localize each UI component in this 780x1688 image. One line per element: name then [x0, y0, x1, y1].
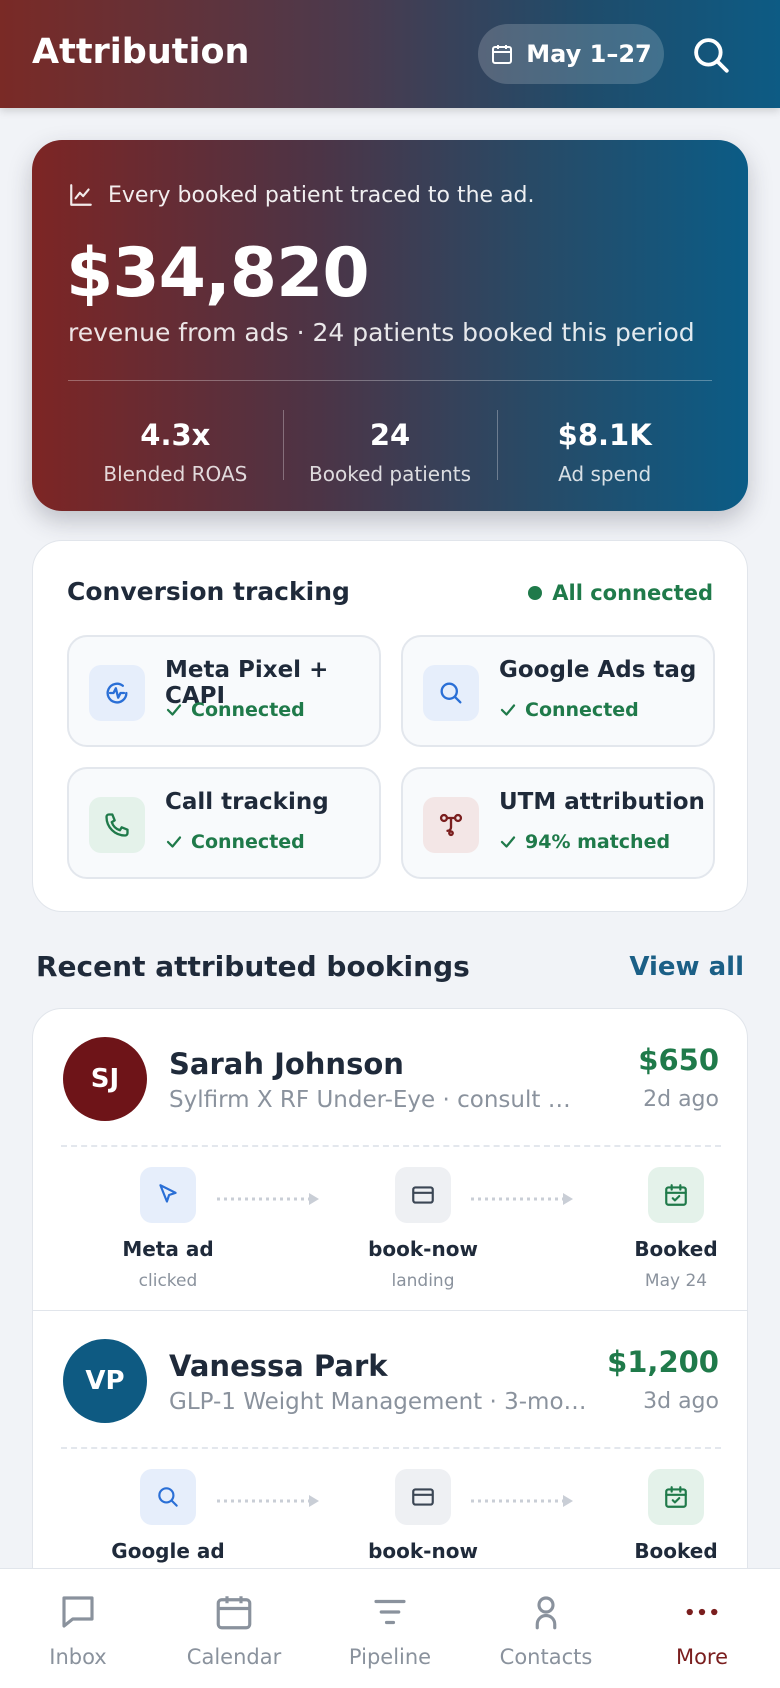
journey-arrow — [217, 1495, 319, 1507]
booking-amount: $650 — [638, 1043, 719, 1077]
page-title: Attribution — [32, 32, 250, 72]
tile-call-tracking[interactable]: Call tracking Connected — [67, 767, 381, 879]
journey-step-landing: book-now — [348, 1469, 498, 1563]
search-icon — [423, 665, 479, 721]
conversion-tracking-card: Conversion tracking All connected Meta P… — [32, 540, 748, 912]
avatar: SJ — [63, 1037, 147, 1121]
booking-row[interactable]: SJ Sarah Johnson Sylfirm X RF Under-Eye … — [33, 1009, 747, 1311]
journey-step-booked: Booked May 24 — [601, 1167, 747, 1291]
bottom-nav: Inbox Calendar Pipeline Contacts More — [0, 1568, 780, 1688]
browser-icon — [395, 1167, 451, 1223]
date-range-label: May 1–27 — [526, 40, 652, 68]
phone-icon — [89, 797, 145, 853]
hero-stats: 4.3x Blended ROAS 24 Booked patients $8.… — [68, 410, 712, 486]
stat-ad-spend: $8.1K Ad spend — [497, 410, 712, 486]
booking-description: Sylfirm X RF Under-Eye · consult w/ Nurs… — [169, 1087, 589, 1113]
tile-google-ads[interactable]: Google Ads tag Connected — [401, 635, 715, 747]
hero-tagline: Every booked patient traced to the ad. — [68, 182, 535, 208]
cursor-icon — [140, 1167, 196, 1223]
avatar: VP — [63, 1339, 147, 1423]
journey-step-ad: Google ad — [93, 1469, 243, 1563]
search-icon — [140, 1469, 196, 1525]
browser-icon — [395, 1469, 451, 1525]
app-header: Attribution May 1–27 — [0, 0, 780, 108]
nav-pipeline[interactable]: Pipeline — [312, 1569, 468, 1688]
bookings-list: SJ Sarah Johnson Sylfirm X RF Under-Eye … — [32, 1008, 748, 1628]
tile-meta-pixel[interactable]: Meta Pixel + CAPI Connected — [67, 635, 381, 747]
calendar-icon — [492, 45, 513, 64]
journey-step-booked: Booked — [601, 1469, 747, 1563]
date-range-button[interactable]: May 1–27 — [478, 24, 664, 84]
booking-amount: $1,200 — [607, 1345, 719, 1379]
row-divider — [61, 1447, 721, 1449]
tracking-status: All connected — [528, 581, 713, 605]
journey-step-landing: book-now landing — [348, 1167, 498, 1291]
status-dot — [528, 586, 543, 600]
tile-utm-attribution[interactable]: UTM attribution 94% matched — [401, 767, 715, 879]
journey-arrow — [217, 1193, 319, 1205]
nav-contacts[interactable]: Contacts — [468, 1569, 624, 1688]
check-icon — [166, 836, 182, 848]
stat-booked-patients: 24 Booked patients — [282, 410, 498, 486]
line-chart-icon — [70, 184, 92, 206]
meta-pulse-icon — [89, 665, 145, 721]
patient-name: Vanessa Park — [169, 1349, 388, 1383]
check-icon — [500, 704, 516, 716]
more-dots-icon — [686, 1608, 718, 1616]
revenue-summary-card: Every booked patient traced to the ad. $… — [32, 140, 748, 511]
calendar-check-icon — [648, 1167, 704, 1223]
booking-age: 3d ago — [643, 1389, 719, 1414]
check-icon — [500, 836, 516, 848]
booking-age: 2d ago — [643, 1087, 719, 1112]
revenue-subtitle: revenue from ads · 24 patients booked th… — [68, 318, 695, 347]
nav-inbox[interactable]: Inbox — [0, 1569, 156, 1688]
journey-arrow — [471, 1495, 573, 1507]
revenue-total: $34,820 — [66, 234, 370, 313]
chat-icon — [62, 1596, 94, 1628]
person-icon — [535, 1596, 557, 1630]
journey-arrow — [471, 1193, 573, 1205]
calendar-icon — [216, 1596, 252, 1630]
nav-more[interactable]: More — [624, 1569, 780, 1688]
journey-step-ad: Meta ad clicked — [93, 1167, 243, 1291]
attribution-journey: Meta ad clicked book-now landing Booked … — [33, 1167, 747, 1291]
booking-description: GLP-1 Weight Management · 3-month progra… — [169, 1389, 589, 1415]
calendar-check-icon — [648, 1469, 704, 1525]
stat-roas: 4.3x Blended ROAS — [103, 418, 248, 486]
view-all-link[interactable]: View all — [629, 952, 744, 982]
filter-icon — [374, 1599, 406, 1625]
row-divider — [61, 1145, 721, 1147]
tracking-title: Conversion tracking — [67, 577, 350, 606]
nav-calendar[interactable]: Calendar — [156, 1569, 312, 1688]
patient-name: Sarah Johnson — [169, 1047, 404, 1081]
recent-bookings-title: Recent attributed bookings — [36, 950, 470, 983]
search-icon[interactable] — [690, 34, 732, 76]
utm-link-icon — [423, 797, 479, 853]
check-icon — [166, 704, 182, 716]
hero-divider — [68, 380, 712, 381]
